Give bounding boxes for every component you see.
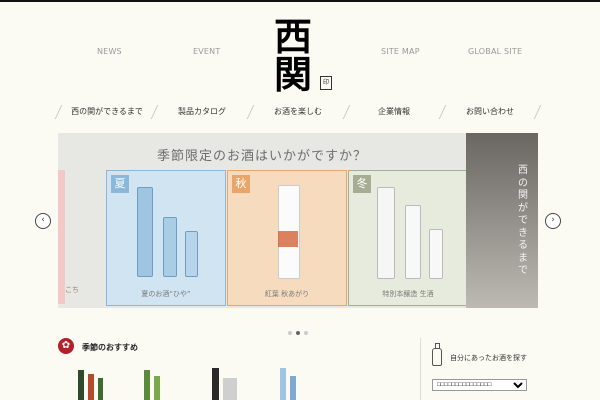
menu-item-enjoy[interactable]: お酒を楽しむ bbox=[252, 98, 344, 126]
product-bottle-image[interactable] bbox=[154, 376, 160, 400]
nav-event-link[interactable]: EVENT bbox=[193, 47, 220, 56]
product-bottle-image[interactable] bbox=[88, 374, 94, 400]
main-menu: 西の関ができるまで 製品カタログ お酒を楽しむ 企業情報 お問い合わせ bbox=[54, 98, 542, 126]
season-tag-autumn: 秋 bbox=[232, 175, 250, 193]
recommend-products bbox=[72, 366, 332, 400]
bottle-image bbox=[405, 205, 421, 279]
sake-bottle-icon bbox=[432, 343, 442, 366]
banner-panel-winter[interactable]: 冬 特別本醸造 生酒 bbox=[348, 170, 466, 306]
panel-caption-summer: 夏のお酒“ひや” bbox=[141, 290, 191, 298]
season-tag-summer: 夏 bbox=[111, 175, 129, 193]
brand-logo[interactable]: 西 関 印 bbox=[268, 18, 334, 96]
banner-panel-autumn[interactable]: 秋 紅葉 秋あがり bbox=[227, 170, 347, 306]
maple-label-image bbox=[278, 231, 298, 247]
sake-finder: 自分にあったお酒を探す □□□□□□□□□□□□□□□ bbox=[420, 338, 539, 400]
product-bottle-image[interactable] bbox=[78, 370, 84, 400]
side-banner-text: 西の関ができるまで bbox=[518, 165, 528, 276]
banner-panel-summer[interactable]: 夏 夏のお酒“ひや” bbox=[106, 170, 226, 306]
seasonal-banner[interactable]: 季節限定のお酒はいかがですか？ ここち 夏 夏のお酒“ひや” 秋 紅葉 秋あがり… bbox=[58, 133, 466, 308]
seasonal-flower-icon bbox=[58, 338, 74, 354]
carousel-dot[interactable] bbox=[304, 331, 308, 335]
panel-caption-autumn: 紅葉 秋あがり bbox=[264, 290, 310, 298]
menu-item-brewing[interactable]: 西の関ができるまで bbox=[62, 98, 152, 126]
bottle-image bbox=[163, 217, 177, 277]
product-bottle-image[interactable] bbox=[98, 378, 103, 400]
finder-label: 自分にあったお酒を探す bbox=[450, 354, 527, 362]
carousel-dot-active[interactable] bbox=[296, 331, 300, 335]
product-bottle-image[interactable] bbox=[280, 368, 286, 400]
product-bottle-image[interactable] bbox=[212, 368, 219, 400]
bottle-image bbox=[429, 229, 443, 279]
nav-news-link[interactable]: NEWS bbox=[97, 47, 122, 56]
logo-char-bottom: 関 bbox=[273, 52, 312, 97]
banner-title: 季節限定のお酒はいかがですか？ bbox=[156, 149, 367, 164]
nav-global-site-link[interactable]: GLOBAL SITE bbox=[468, 47, 522, 56]
top-border bbox=[0, 0, 600, 2]
menu-item-catalog[interactable]: 製品カタログ bbox=[156, 98, 248, 126]
product-bottle-image[interactable] bbox=[290, 376, 296, 400]
carousel-prev-button[interactable]: ‹ bbox=[35, 213, 51, 229]
menu-item-contact[interactable]: お問い合わせ bbox=[444, 98, 536, 126]
panel-caption-winter: 特別本醸造 生酒 bbox=[382, 290, 434, 298]
bottle-image bbox=[377, 187, 395, 279]
recommend-title: 季節のおすすめ bbox=[82, 343, 138, 352]
carousel-dots bbox=[288, 320, 312, 339]
nav-sitemap-link[interactable]: SITE MAP bbox=[381, 47, 420, 56]
menu-item-company[interactable]: 企業情報 bbox=[348, 98, 440, 126]
carousel-next-button[interactable]: › bbox=[545, 213, 561, 229]
finder-select[interactable]: □□□□□□□□□□□□□□□ bbox=[432, 379, 527, 391]
product-box-image[interactable] bbox=[223, 378, 237, 400]
logo-seal: 印 bbox=[320, 76, 332, 90]
season-tag-winter: 冬 bbox=[353, 175, 371, 193]
carousel-dot[interactable] bbox=[288, 331, 292, 335]
bottle-image bbox=[137, 187, 153, 277]
logo-char-top: 西 bbox=[273, 14, 312, 59]
product-bottle-image[interactable] bbox=[144, 370, 150, 400]
brewing-process-banner[interactable]: 西の関ができるまで bbox=[466, 133, 538, 308]
bottle-image bbox=[185, 231, 198, 277]
banner-panel-edge bbox=[58, 170, 65, 304]
